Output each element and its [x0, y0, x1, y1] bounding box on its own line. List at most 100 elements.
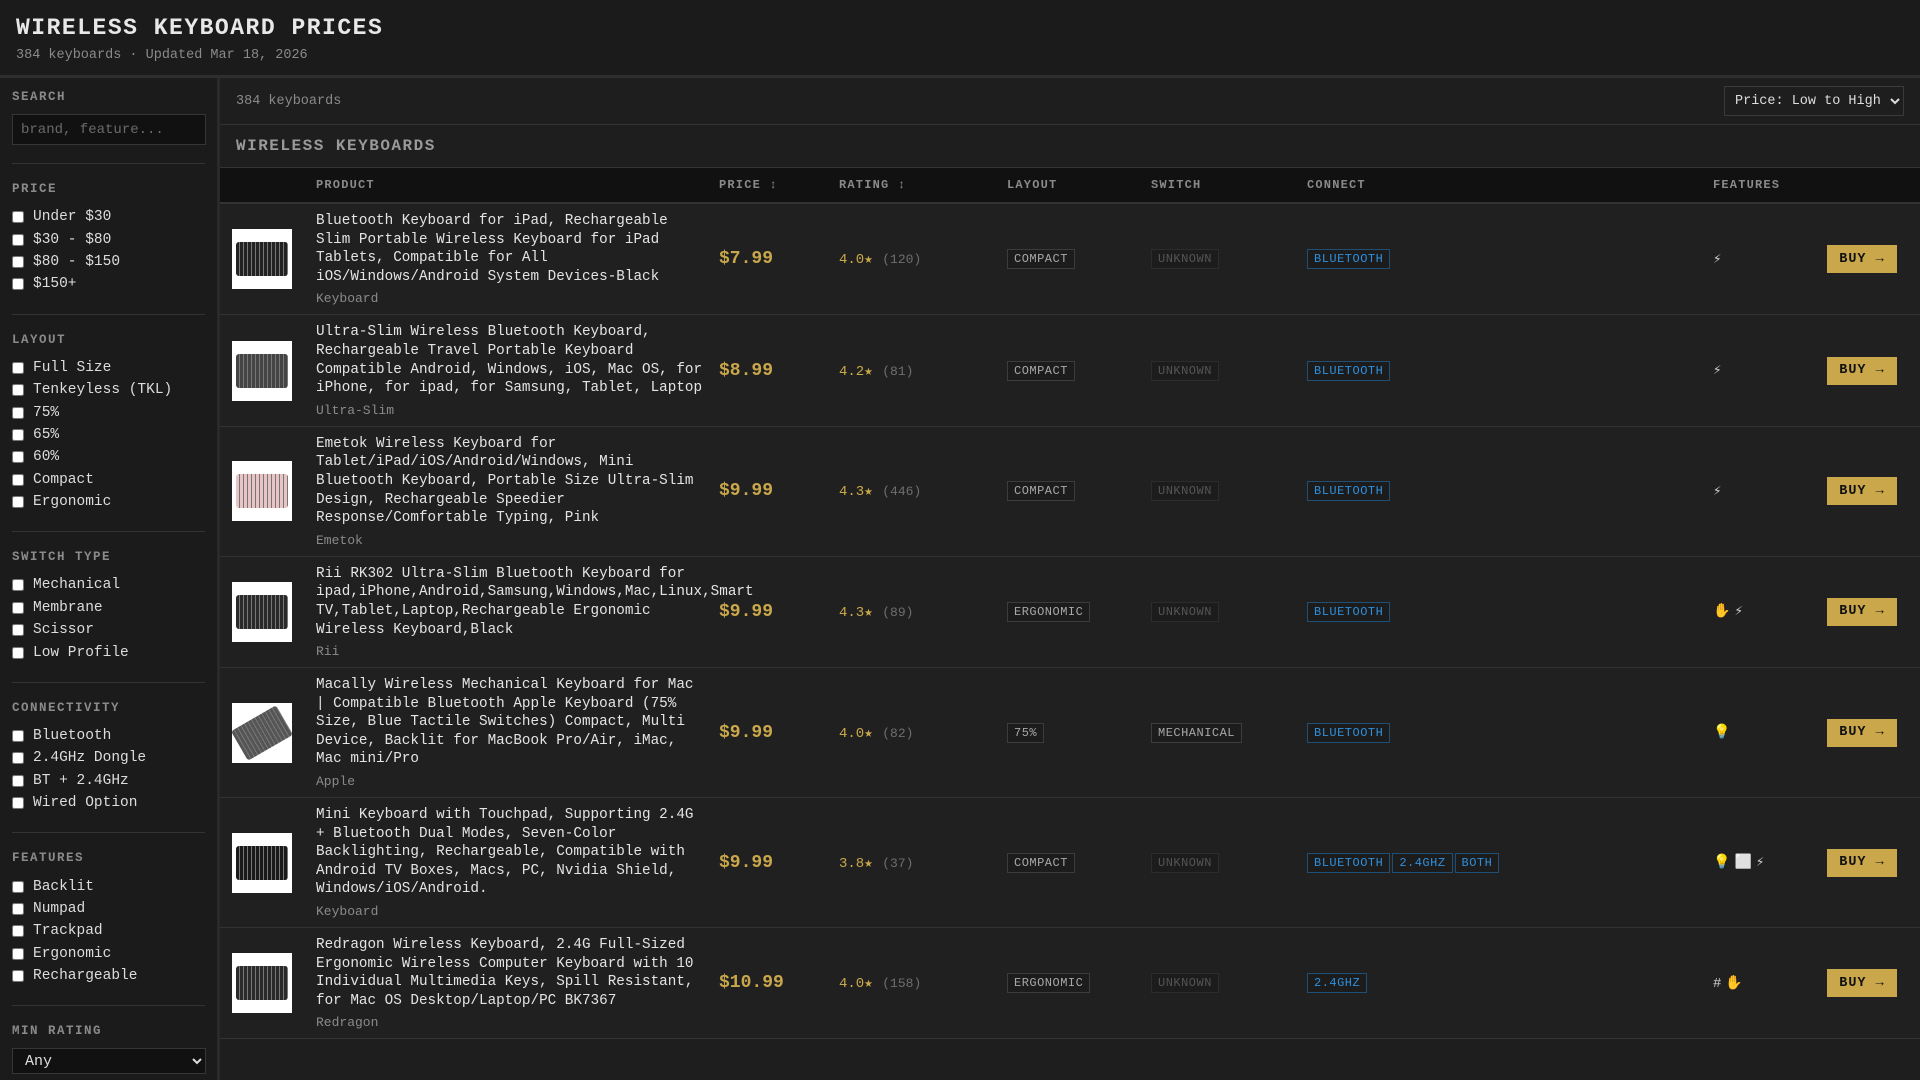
filter-option[interactable]: Full Size [12, 357, 205, 379]
filter-checkbox[interactable] [12, 646, 24, 659]
product-name[interactable]: Ultra-Slim Wireless Bluetooth Keyboard, … [316, 323, 709, 397]
product-name[interactable]: Macally Wireless Mechanical Keyboard for… [316, 676, 709, 769]
keyboard-image-icon [236, 594, 288, 629]
filter-checkbox[interactable] [12, 797, 24, 810]
search-input[interactable] [12, 114, 206, 145]
filter-option-label: Under $30 [33, 209, 112, 226]
filter-checkbox[interactable] [12, 624, 24, 637]
filter-checkbox[interactable] [12, 947, 24, 960]
buy-cell: BUY → [1817, 928, 1920, 1039]
filter-option[interactable]: Ergonomic [12, 491, 205, 513]
filter-checkbox[interactable] [12, 496, 24, 509]
product-image[interactable] [232, 229, 292, 290]
filter-option[interactable]: 2.4GHz Dongle [12, 747, 205, 769]
thumb-cell [220, 798, 306, 928]
column-header-product: PRODUCT [316, 178, 375, 192]
thumb-cell [220, 928, 306, 1039]
connect-cell: 2.4GHZ [1297, 928, 1703, 1039]
filter-option[interactable]: Low Profile [12, 641, 205, 663]
filter-checkbox[interactable] [12, 406, 24, 419]
filter-option[interactable]: Mechanical [12, 574, 205, 596]
buy-button[interactable]: BUY → [1827, 597, 1897, 626]
sort-select[interactable]: Price: Low to High [1724, 86, 1904, 116]
filter-option[interactable]: Membrane [12, 597, 205, 619]
filter-group-price: PRICE Under $30 $30 - $80 $80 - $150 $150+ [12, 182, 205, 315]
product-image[interactable] [230, 702, 294, 763]
product-name[interactable]: Emetok Wireless Keyboard for Tablet/iPad… [316, 435, 709, 528]
filter-option-label: $150+ [33, 276, 77, 293]
filter-checkbox[interactable] [12, 451, 24, 464]
layout-tag: COMPACT [1007, 249, 1075, 270]
filter-option-label: Low Profile [33, 644, 129, 661]
filter-checkbox[interactable] [12, 211, 24, 224]
filter-option[interactable]: 60% [12, 446, 205, 468]
filter-option[interactable]: 75% [12, 401, 205, 423]
filter-option[interactable]: Trackpad [12, 920, 205, 942]
buy-cell: BUY → [1817, 315, 1920, 426]
product-name[interactable]: Bluetooth Keyboard for iPad, Rechargeabl… [316, 212, 709, 286]
thumb-cell [220, 556, 306, 667]
thumb-cell [220, 426, 306, 556]
filter-checkbox[interactable] [12, 880, 24, 893]
ergonomic-icon: ✋ [1725, 975, 1743, 992]
filter-option[interactable]: Rechargeable [12, 965, 205, 987]
product-name[interactable]: Mini Keyboard with Touchpad, Supporting … [316, 806, 709, 899]
layout-cell: ERGONOMIC [997, 556, 1141, 667]
filter-checkbox[interactable] [12, 361, 24, 374]
backlit-icon: 💡 [1713, 725, 1731, 742]
column-header-blank [1817, 168, 1920, 203]
filter-option[interactable]: 65% [12, 424, 205, 446]
filter-option-label: Scissor [33, 622, 94, 639]
filter-option[interactable]: Tenkeyless (TKL) [12, 379, 205, 401]
filter-checkbox[interactable] [12, 473, 24, 486]
filter-checkbox[interactable] [12, 970, 24, 983]
filter-checkbox[interactable] [12, 601, 24, 614]
section-title: WIRELESS KEYBOARDS [220, 125, 1920, 168]
buy-button[interactable]: BUY → [1827, 477, 1897, 506]
filter-checkbox[interactable] [12, 428, 24, 441]
filter-checkbox[interactable] [12, 925, 24, 938]
buy-button[interactable]: BUY → [1827, 848, 1897, 877]
filter-checkbox[interactable] [12, 752, 24, 765]
filter-checkbox[interactable] [12, 730, 24, 743]
product-image[interactable] [232, 581, 292, 642]
filter-option-label: BT + 2.4GHz [33, 772, 129, 789]
filter-checkbox[interactable] [12, 255, 24, 268]
filter-option[interactable]: $80 - $150 [12, 251, 205, 273]
min-rating-select[interactable]: Any [12, 1048, 206, 1075]
filter-option[interactable]: $150+ [12, 273, 205, 295]
buy-button[interactable]: BUY → [1827, 718, 1897, 747]
buy-button[interactable]: BUY → [1827, 356, 1897, 385]
filter-checkbox[interactable] [12, 233, 24, 246]
buy-button[interactable]: BUY → [1827, 245, 1897, 274]
product-image[interactable] [232, 953, 292, 1014]
product-name[interactable]: Rii RK302 Ultra-Slim Bluetooth Keyboard … [316, 565, 754, 639]
filter-checkbox[interactable] [12, 579, 24, 592]
filter-option[interactable]: Compact [12, 469, 205, 491]
product-image[interactable] [232, 461, 292, 522]
page-title: WIRELESS KEYBOARD PRICES [16, 15, 384, 41]
filter-option[interactable]: Under $30 [12, 206, 205, 228]
filter-heading: FEATURES [12, 851, 85, 866]
filter-option[interactable]: Backlit [12, 875, 205, 897]
filter-option[interactable]: BT + 2.4GHz [12, 770, 205, 792]
filter-checkbox[interactable] [12, 903, 24, 915]
rating-cell: 3.8★ (37) [829, 798, 997, 928]
filter-option[interactable]: Scissor [12, 619, 205, 641]
filter-option[interactable]: Bluetooth [12, 725, 205, 747]
filter-option[interactable]: Wired Option [12, 792, 205, 814]
column-header-price[interactable]: PRICE ↕ [709, 168, 829, 203]
keyboard-image-icon [236, 966, 288, 1001]
filter-checkbox[interactable] [12, 384, 24, 397]
filter-checkbox[interactable] [12, 278, 24, 291]
product-image[interactable] [232, 832, 292, 893]
product-name[interactable]: Redragon Wireless Keyboard, 2.4G Full-Si… [316, 936, 709, 1010]
filter-checkbox[interactable] [12, 774, 24, 787]
product-image[interactable] [232, 340, 292, 401]
filter-option[interactable]: $30 - $80 [12, 228, 205, 250]
column-header-rating[interactable]: RATING ↕ [829, 168, 997, 203]
buy-button[interactable]: BUY → [1827, 969, 1897, 998]
features-cell: ⚡ [1703, 315, 1817, 426]
filter-option[interactable]: Numpad [12, 898, 205, 920]
filter-option[interactable]: Ergonomic [12, 943, 205, 965]
